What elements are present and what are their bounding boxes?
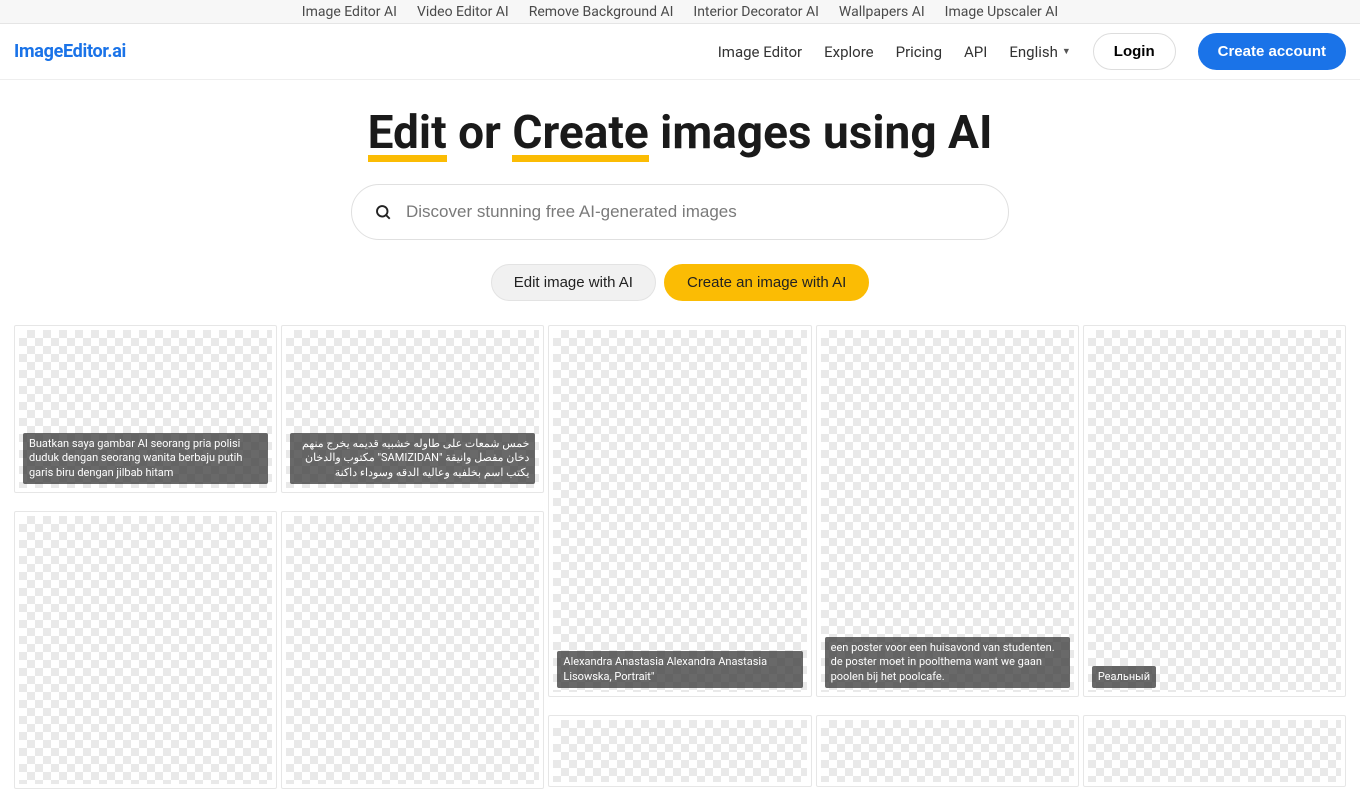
nav-image-upscaler-ai[interactable]: Image Upscaler AI: [945, 4, 1059, 20]
search-container[interactable]: [351, 184, 1009, 240]
gallery-column: Реальный: [1083, 325, 1346, 789]
gallery-card[interactable]: [14, 511, 277, 789]
create-account-button[interactable]: Create account: [1198, 33, 1346, 70]
nav-explore[interactable]: Explore: [824, 43, 874, 61]
gallery-column: خمس شمعات على طاوله خشبيه قديمه يخرج منه…: [281, 325, 544, 789]
image-caption: Alexandra Anastasia Alexandra Anastasia …: [557, 651, 802, 688]
hero-title: Edit or Create images using AI: [0, 106, 1360, 160]
nav-pricing[interactable]: Pricing: [896, 43, 942, 61]
image-placeholder: [553, 330, 806, 692]
nav-image-editor-ai[interactable]: Image Editor AI: [302, 4, 397, 20]
image-caption: Реальный: [1092, 666, 1156, 688]
hero-tail: images using AI: [649, 106, 993, 160]
image-placeholder: [821, 720, 1074, 782]
search-input[interactable]: [406, 202, 986, 222]
gallery-card[interactable]: [1083, 715, 1346, 787]
gallery-column: Alexandra Anastasia Alexandra Anastasia …: [548, 325, 811, 789]
hero-word-create: Create: [512, 106, 648, 160]
gallery-card[interactable]: Реальный: [1083, 325, 1346, 697]
gallery-card[interactable]: een poster voor een huisavond van studen…: [816, 325, 1079, 697]
site-logo[interactable]: ImageEditor.ai: [14, 41, 126, 62]
language-select[interactable]: English ▼: [1009, 43, 1070, 61]
gallery-column: een poster voor een huisavond van studen…: [816, 325, 1079, 789]
image-placeholder: [553, 720, 806, 782]
nav-video-editor-ai[interactable]: Video Editor AI: [417, 4, 509, 20]
search-icon: [374, 203, 392, 221]
top-utility-nav: Image Editor AI Video Editor AI Remove B…: [0, 0, 1360, 24]
hero-action-row: Edit image with AI Create an image with …: [0, 264, 1360, 301]
image-caption: Buatkan saya gambar AI seorang pria poli…: [23, 433, 268, 484]
image-gallery: Buatkan saya gambar AI seorang pria poli…: [14, 325, 1346, 789]
hero-word-edit: Edit: [368, 106, 447, 160]
image-placeholder: [19, 516, 272, 784]
hero-word-or: or: [447, 106, 513, 160]
main-header: ImageEditor.ai Image Editor Explore Pric…: [0, 24, 1360, 80]
image-placeholder: [1088, 720, 1341, 782]
gallery-column: Buatkan saya gambar AI seorang pria poli…: [14, 325, 277, 789]
image-caption: خمس شمعات على طاوله خشبيه قديمه يخرج منه…: [290, 433, 535, 484]
nav-interior-decorator-ai[interactable]: Interior Decorator AI: [693, 4, 819, 20]
nav-remove-background-ai[interactable]: Remove Background AI: [529, 4, 674, 20]
create-image-button[interactable]: Create an image with AI: [664, 264, 869, 301]
chevron-down-icon: ▼: [1062, 46, 1071, 57]
gallery-card[interactable]: [281, 511, 544, 789]
nav-wallpapers-ai[interactable]: Wallpapers AI: [839, 4, 925, 20]
edit-image-button[interactable]: Edit image with AI: [491, 264, 656, 301]
language-label: English: [1009, 43, 1058, 61]
nav-image-editor[interactable]: Image Editor: [718, 43, 802, 61]
login-button[interactable]: Login: [1093, 33, 1176, 70]
image-placeholder: [286, 516, 539, 784]
gallery-card[interactable]: خمس شمعات على طاوله خشبيه قديمه يخرج منه…: [281, 325, 544, 493]
gallery-card[interactable]: Buatkan saya gambar AI seorang pria poli…: [14, 325, 277, 493]
gallery-card[interactable]: [548, 715, 811, 787]
nav-api[interactable]: API: [964, 43, 987, 61]
image-caption: een poster voor een huisavond van studen…: [825, 637, 1070, 688]
image-placeholder: [1088, 330, 1341, 692]
primary-nav: Image Editor Explore Pricing API English…: [718, 33, 1346, 70]
gallery-card[interactable]: Alexandra Anastasia Alexandra Anastasia …: [548, 325, 811, 697]
gallery-card[interactable]: [816, 715, 1079, 787]
